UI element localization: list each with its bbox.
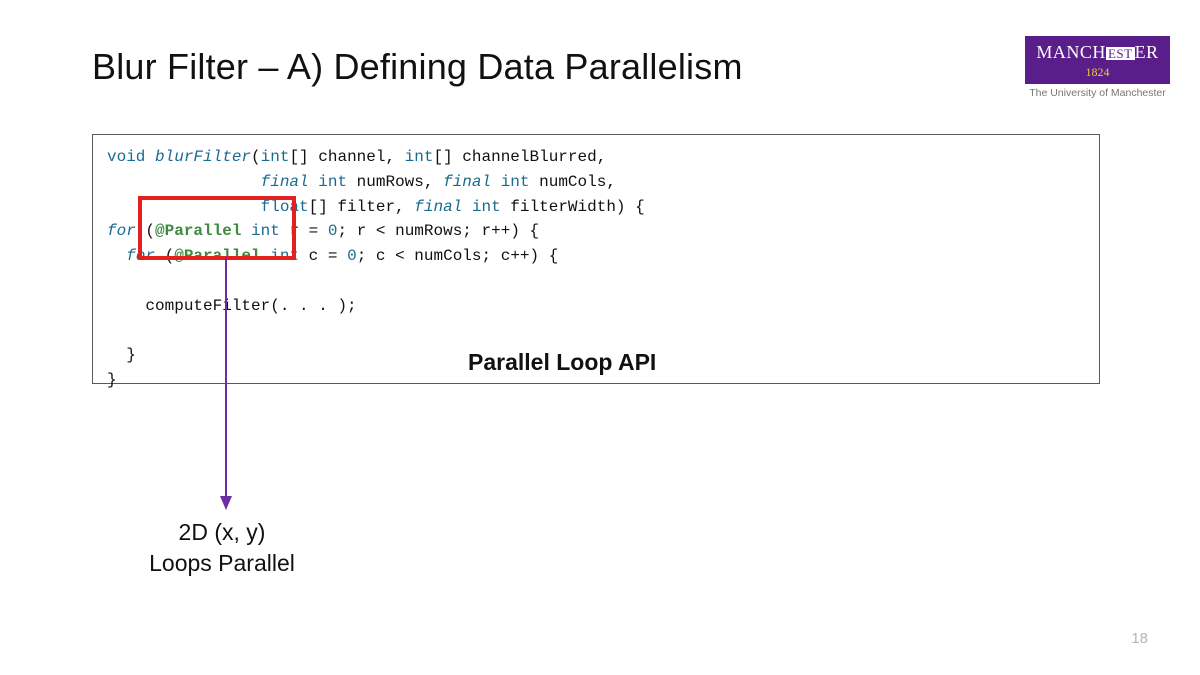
code-text: c =: [299, 247, 347, 265]
logo-year: 1824: [1029, 65, 1166, 80]
kw-void: void: [107, 148, 145, 166]
code-text: numCols,: [530, 173, 616, 191]
code-text: [] filter,: [309, 198, 415, 216]
logo-wordmark: MANCHESTER: [1029, 42, 1166, 63]
slide: Blur Filter – A) Defining Data Paralleli…: [0, 0, 1200, 675]
code-text: [462, 198, 472, 216]
code-line: }: [107, 371, 117, 389]
code-text: ; c < numCols; c++) {: [357, 247, 559, 265]
kw-final: final: [443, 173, 491, 191]
annotation-label: 2D (x, y) Loops Parallel: [112, 517, 332, 579]
code-text: [491, 173, 501, 191]
code-text: filterWidth) {: [501, 198, 645, 216]
kw-int: int: [405, 148, 434, 166]
function-name: blurFilter: [155, 148, 251, 166]
kw-final: final: [261, 173, 309, 191]
api-label: Parallel Loop API: [468, 349, 656, 376]
slide-title: Blur Filter – A) Defining Data Paralleli…: [92, 46, 743, 88]
code-text: numRows,: [347, 173, 443, 191]
kw-for: for: [107, 222, 136, 240]
kw-final: final: [414, 198, 462, 216]
logo-text-right: ER: [1135, 42, 1159, 62]
highlight-box: [138, 196, 296, 260]
university-logo: MANCHESTER 1824 The University of Manche…: [1025, 36, 1170, 99]
annotation-line2: Loops Parallel: [112, 548, 332, 579]
logo-text-est: EST: [1106, 47, 1135, 60]
arrow-icon: [218, 258, 238, 510]
annotation-line1: 2D (x, y): [112, 517, 332, 548]
code-text: [] channel,: [289, 148, 404, 166]
kw-int: int: [318, 173, 347, 191]
kw-int: int: [501, 173, 530, 191]
code-text: [] channelBlurred,: [433, 148, 606, 166]
code-pad: [107, 173, 261, 191]
code-text: ; r < numRows; r++) {: [337, 222, 539, 240]
page-number: 18: [1131, 630, 1148, 647]
code-pad: [107, 247, 126, 265]
code-text: (: [251, 148, 261, 166]
kw-int: int: [472, 198, 501, 216]
kw-int: int: [261, 148, 290, 166]
code-line: }: [107, 346, 136, 364]
num-zero: 0: [347, 247, 357, 265]
logo-subtitle: The University of Manchester: [1025, 87, 1170, 99]
code-text: [309, 173, 319, 191]
logo-badge: MANCHESTER 1824: [1025, 36, 1170, 84]
logo-text-left: MANCH: [1036, 42, 1106, 62]
